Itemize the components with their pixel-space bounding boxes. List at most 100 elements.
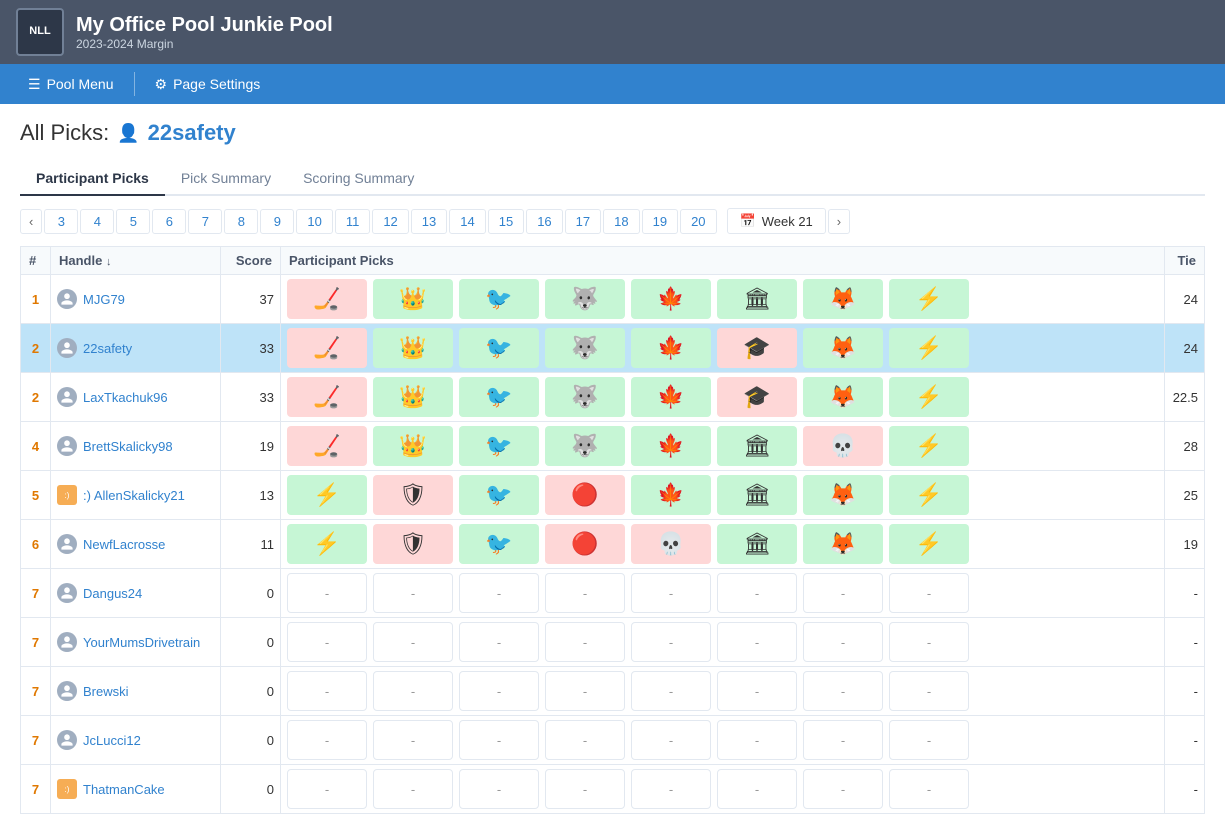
username-text[interactable]: JcLucci12 — [83, 733, 141, 748]
user-cell[interactable]: Dangus24 — [57, 583, 214, 603]
table-row: 7JcLucci120--------- — [21, 716, 1205, 765]
tabs: Participant PicksPick SummaryScoring Sum… — [20, 162, 1205, 196]
avatar — [57, 681, 77, 701]
cell-picks: -------- — [281, 667, 1165, 716]
prev-week-button[interactable]: ‹ — [20, 209, 42, 234]
username-link[interactable]: 22safety — [148, 120, 236, 146]
username-text[interactable]: YourMumsDrivetrain — [83, 635, 200, 650]
cell-handle: Brewski — [51, 667, 221, 716]
week-btn-13[interactable]: 13 — [411, 209, 447, 234]
week-btn-8[interactable]: 8 — [224, 209, 258, 234]
cell-tie: - — [1165, 765, 1205, 814]
pick-cell-6: 🦊 — [803, 377, 883, 417]
username-text[interactable]: Dangus24 — [83, 586, 142, 601]
week-btn-5[interactable]: 5 — [116, 209, 150, 234]
user-cell[interactable]: MJG79 — [57, 289, 214, 309]
table-row: 5:):) AllenSkalicky2113⚡🛡🐦🔴🍁🏛🦊⚡25 — [21, 471, 1205, 520]
cell-tie: 24 — [1165, 324, 1205, 373]
cell-handle: YourMumsDrivetrain — [51, 618, 221, 667]
cell-handle: LaxTkachuk96 — [51, 373, 221, 422]
week-btn-14[interactable]: 14 — [449, 209, 485, 234]
username-text[interactable]: MJG79 — [83, 292, 125, 307]
next-week-button[interactable]: › — [828, 209, 850, 234]
week-btn-20[interactable]: 20 — [680, 209, 716, 234]
col-tie: Tie — [1165, 247, 1205, 275]
tab-pick-summary[interactable]: Pick Summary — [165, 162, 287, 196]
table-row: 2LaxTkachuk9633🏒👑🐦🐺🍁🎓🦊⚡22.5 — [21, 373, 1205, 422]
tab-scoring-summary[interactable]: Scoring Summary — [287, 162, 430, 196]
table-row: 4BrettSkalicky9819🏒👑🐦🐺🍁🏛💀⚡28 — [21, 422, 1205, 471]
username-text[interactable]: :) AllenSkalicky21 — [83, 488, 185, 503]
cell-picks: -------- — [281, 569, 1165, 618]
week-btn-19[interactable]: 19 — [642, 209, 678, 234]
week-btn-9[interactable]: 9 — [260, 209, 294, 234]
week-btn-4[interactable]: 4 — [80, 209, 114, 234]
cell-rank: 6 — [21, 520, 51, 569]
cell-rank: 5 — [21, 471, 51, 520]
username-text[interactable]: 22safety — [83, 341, 132, 356]
pick-cell-5: 🏛 — [717, 475, 797, 515]
cell-tie: - — [1165, 569, 1205, 618]
current-week-label: Week 21 — [762, 214, 813, 229]
username-text[interactable]: LaxTkachuk96 — [83, 390, 168, 405]
user-cell[interactable]: Brewski — [57, 681, 214, 701]
pick-cell-6: 🦊 — [803, 475, 883, 515]
cell-handle: Dangus24 — [51, 569, 221, 618]
pick-cell-7: ⚡ — [889, 279, 969, 319]
pick-cell-5: 🎓 — [717, 377, 797, 417]
pick-cell-0: 🏒 — [287, 279, 367, 319]
cell-handle: :) ThatmanCake — [51, 765, 221, 814]
pool-menu-button[interactable]: ☰ Pool Menu — [12, 64, 130, 104]
user-cell[interactable]: :):) AllenSkalicky21 — [57, 485, 214, 505]
nav-bar: ☰ Pool Menu ⚙ Page Settings — [0, 64, 1225, 104]
week-btn-16[interactable]: 16 — [526, 209, 562, 234]
cell-rank: 2 — [21, 373, 51, 422]
cell-picks: 🏒👑🐦🐺🍁🎓🦊⚡ — [281, 324, 1165, 373]
pick-cell-empty: - — [889, 671, 969, 711]
table-row: 7:)ThatmanCake0--------- — [21, 765, 1205, 814]
cell-picks: -------- — [281, 716, 1165, 765]
username-text[interactable]: NewfLacrosse — [83, 537, 165, 552]
pick-cell-4: 🍁 — [631, 475, 711, 515]
cell-rank: 7 — [21, 667, 51, 716]
week-btn-18[interactable]: 18 — [603, 209, 639, 234]
user-cell[interactable]: :) ThatmanCake — [57, 779, 214, 799]
user-cell[interactable]: YourMumsDrivetrain — [57, 632, 214, 652]
pick-cell-empty: - — [373, 769, 453, 809]
cell-picks: -------- — [281, 618, 1165, 667]
pick-cell-5: 🏛 — [717, 524, 797, 564]
tab-participant-picks[interactable]: Participant Picks — [20, 162, 165, 196]
pick-cell-0: ⚡ — [287, 475, 367, 515]
week-btn-7[interactable]: 7 — [188, 209, 222, 234]
username-text[interactable]: BrettSkalicky98 — [83, 439, 173, 454]
week-btn-15[interactable]: 15 — [488, 209, 524, 234]
pick-cell-4: 🍁 — [631, 328, 711, 368]
week-btn-12[interactable]: 12 — [372, 209, 408, 234]
cell-picks: 🏒👑🐦🐺🍁🏛🦊⚡ — [281, 275, 1165, 324]
pick-cell-empty: - — [459, 622, 539, 662]
avatar — [57, 387, 77, 407]
cell-tie: - — [1165, 667, 1205, 716]
cell-score: 0 — [221, 667, 281, 716]
week-btn-3[interactable]: 3 — [44, 209, 78, 234]
week-btn-11[interactable]: 11 — [335, 209, 371, 234]
username-text[interactable]: Brewski — [83, 684, 129, 699]
user-cell[interactable]: BrettSkalicky98 — [57, 436, 214, 456]
pick-cell-empty: - — [545, 573, 625, 613]
week-btn-6[interactable]: 6 — [152, 209, 186, 234]
cell-score: 0 — [221, 569, 281, 618]
user-cell[interactable]: 22safety — [57, 338, 214, 358]
user-cell[interactable]: NewfLacrosse — [57, 534, 214, 554]
week-btn-17[interactable]: 17 — [565, 209, 601, 234]
page-settings-button[interactable]: ⚙ Page Settings — [139, 64, 277, 104]
week-nav: ‹ 34567891011121314151617181920 📅 Week 2… — [20, 208, 1205, 234]
cell-tie: 19 — [1165, 520, 1205, 569]
cell-rank: 4 — [21, 422, 51, 471]
pick-cell-empty: - — [717, 720, 797, 760]
week-btn-10[interactable]: 10 — [296, 209, 332, 234]
cell-rank: 7 — [21, 618, 51, 667]
user-cell[interactable]: JcLucci12 — [57, 730, 214, 750]
user-cell[interactable]: LaxTkachuk96 — [57, 387, 214, 407]
avatar: :) — [57, 779, 77, 799]
username-text[interactable]: ThatmanCake — [83, 782, 165, 797]
